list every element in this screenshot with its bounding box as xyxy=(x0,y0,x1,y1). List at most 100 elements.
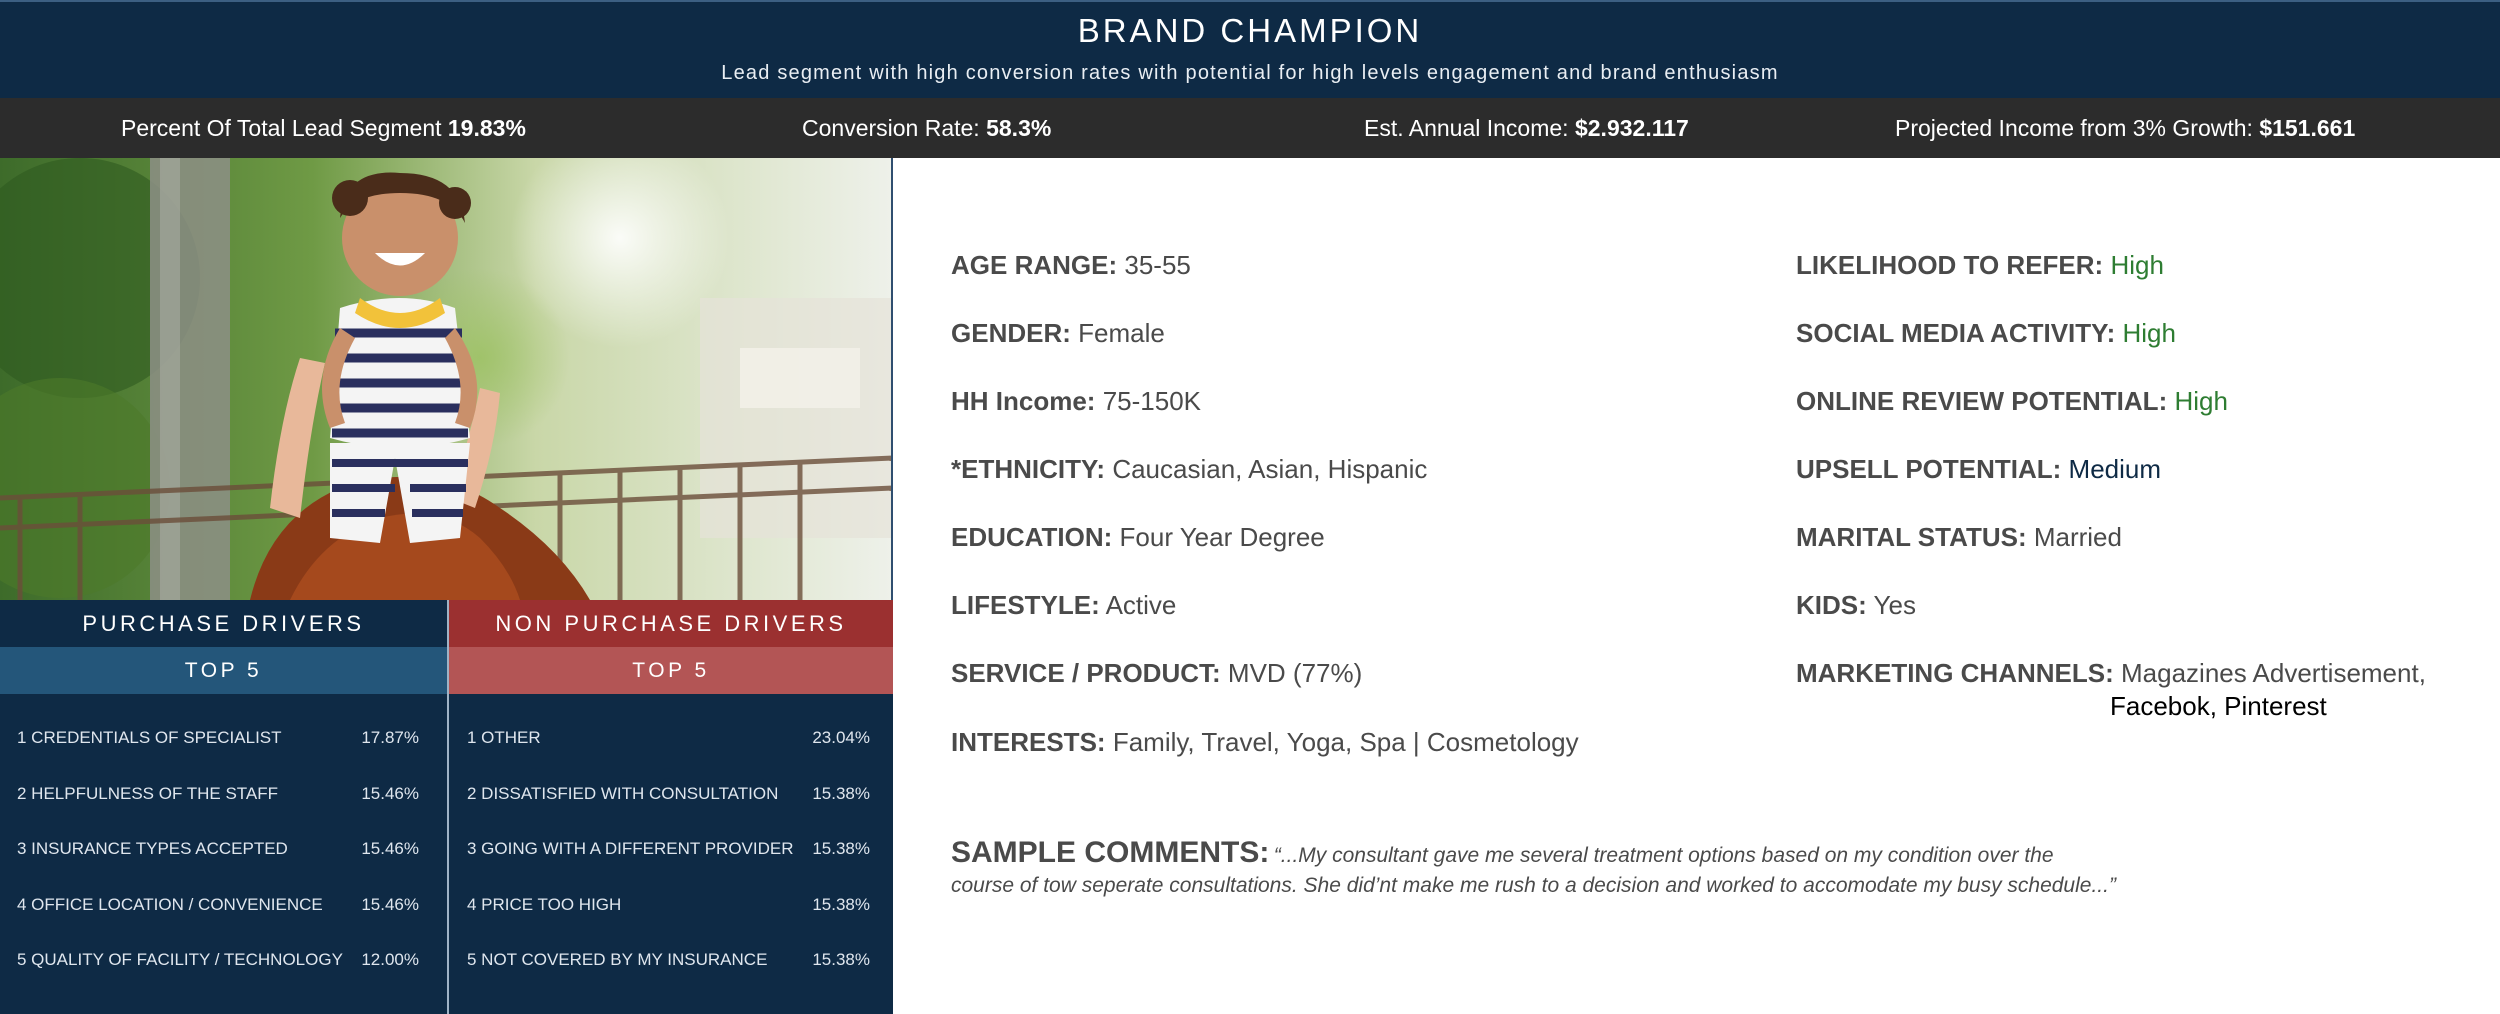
attr-key: GENDER: xyxy=(951,318,1071,348)
list-item: 1 OTHER 23.04% xyxy=(449,712,893,768)
attr-ethnicity: *ETHNICITY: Caucasian, Asian, Hispanic xyxy=(951,454,1427,485)
driver-label: 2 HELPFULNESS OF THE STAFF xyxy=(17,783,279,803)
driver-percent: 23.04% xyxy=(812,728,870,747)
stat-lead-segment: Percent Of Total Lead Segment 19.83% xyxy=(121,98,526,158)
stat-conversion-rate: Conversion Rate: 58.3% xyxy=(802,98,1051,158)
comments-quote-end: course of tow seperate consultations. Sh… xyxy=(951,874,2116,897)
attr-key: UPSELL POTENTIAL: xyxy=(1796,454,2062,484)
list-item: 1 CREDENTIALS OF SPECIALIST 17.87% xyxy=(0,712,447,768)
purchase-drivers-panel: PURCHASE DRIVERS TOP 5 1 CREDENTIALS OF … xyxy=(0,600,447,1014)
driver-label: 3 INSURANCE TYPES ACCEPTED xyxy=(17,839,288,858)
stat-value: $2.932.117 xyxy=(1574,115,1689,141)
attr-social-media-activity: SOCIAL MEDIA ACTIVITY: High xyxy=(1796,318,2176,349)
attr-key: KIDS: xyxy=(1796,590,1867,620)
attr-marketing-channels: MARKETING CHANNELS: Magazines Advertisem… xyxy=(1796,658,2426,721)
attr-hh-income: HH Income: 75-150K xyxy=(951,386,1201,417)
stat-label: Est. Annual Income: xyxy=(1364,115,1569,141)
hero-photo xyxy=(0,158,893,600)
attr-value-continued: Facebok, Pinterest xyxy=(2110,691,2327,721)
driver-label: 3 GOING WITH A DIFFERENT PROVIDER xyxy=(467,839,794,858)
list-item: 4 OFFICE LOCATION / CONVENIENCE 15.46% xyxy=(0,879,447,935)
non-purchase-drivers-subheading: TOP 5 xyxy=(449,647,893,694)
attr-education: EDUCATION: Four Year Degree xyxy=(951,522,1325,553)
driver-label: 5 NOT COVERED BY MY INSURANCE xyxy=(467,950,768,969)
attr-value: Caucasian, Asian, Hispanic xyxy=(1112,454,1428,484)
attr-lifestyle: LIFESTYLE: Active xyxy=(951,590,1176,621)
driver-label: 4 OFFICE LOCATION / CONVENIENCE xyxy=(17,894,323,914)
non-purchase-drivers-list: 1 OTHER 23.04% 2 DISSATISFIED WITH CONSUL… xyxy=(449,694,893,990)
attr-value: Family, Travel, Yoga, Spa | Cosmetology xyxy=(1112,727,1579,757)
attr-value: Four Year Degree xyxy=(1119,522,1325,552)
attr-value: MVD (77%) xyxy=(1227,658,1363,688)
stat-annual-income: Est. Annual Income: $2.932.117 xyxy=(1364,98,1689,158)
attr-interests: INTERESTS: Family, Travel, Yoga, Spa | C… xyxy=(951,727,1579,758)
stat-label: Conversion Rate: xyxy=(802,115,980,141)
driver-label: 1 CREDENTIALS OF SPECIALIST xyxy=(17,728,282,747)
stat-projected-income: Projected Income from 3% Growth: $151.66… xyxy=(1895,98,2355,158)
driver-percent: 15.38% xyxy=(812,783,870,803)
driver-percent: 12.00% xyxy=(361,950,419,969)
attr-online-review-potential: ONLINE REVIEW POTENTIAL: High xyxy=(1796,386,2228,417)
sample-comments: SAMPLE COMMENTS: “...My consultant gave … xyxy=(951,836,2251,898)
attr-marital-status: MARITAL STATUS: Married xyxy=(1796,522,2122,553)
purchase-drivers-subheading: TOP 5 xyxy=(0,647,447,694)
attr-value: Married xyxy=(2033,522,2122,552)
attr-value: Medium xyxy=(2068,454,2162,484)
attr-key: INTERESTS: xyxy=(951,727,1106,757)
header-banner: BRAND CHAMPION Lead segment with high co… xyxy=(0,0,2500,98)
stat-value: 58.3% xyxy=(986,115,1052,141)
list-item: 4 PRICE TOO HIGH 15.38% xyxy=(449,879,893,935)
attr-value: Magazines Advertisement, xyxy=(2121,658,2426,688)
page-subtitle: Lead segment with high conversion rates … xyxy=(721,62,1779,84)
list-item: 3 GOING WITH A DIFFERENT PROVIDER 15.38% xyxy=(449,823,893,879)
driver-label: 5 QUALITY OF FACILITY / TECHNOLOGY xyxy=(17,950,343,969)
attr-key: EDUCATION: xyxy=(951,522,1113,552)
attr-key: MARKETING CHANNELS: xyxy=(1796,658,2114,688)
attr-likelihood-to-refer: LIKELIHOOD TO REFER: High xyxy=(1796,250,2164,281)
stat-label: Percent Of Total Lead Segment xyxy=(121,115,442,141)
purchase-drivers-heading: PURCHASE DRIVERS xyxy=(0,600,447,647)
attr-value: High xyxy=(2110,250,2164,280)
attr-age-range: AGE RANGE: 35-55 xyxy=(951,250,1191,281)
driver-label: 1 OTHER xyxy=(467,728,541,747)
list-item: 3 INSURANCE TYPES ACCEPTED 15.46% xyxy=(0,823,447,879)
list-item: 5 QUALITY OF FACILITY / TECHNOLOGY 12.00% xyxy=(0,934,447,990)
attr-value: High xyxy=(2174,386,2228,416)
attr-service-product: SERVICE / PRODUCT: MVD (77%) xyxy=(951,658,1362,689)
attr-key: *ETHNICITY: xyxy=(951,454,1106,484)
driver-percent: 15.38% xyxy=(812,950,870,969)
attr-gender: GENDER: Female xyxy=(951,318,1165,349)
non-purchase-drivers-panel: NON PURCHASE DRIVERS TOP 5 1 OTHER 23.04%… xyxy=(447,600,893,1014)
comments-line-1: SAMPLE COMMENTS: “...My consultant gave … xyxy=(951,836,2251,870)
comments-label: SAMPLE COMMENTS: xyxy=(951,836,1270,869)
list-item: 2 HELPFULNESS OF THE STAFF 15.46% xyxy=(0,768,447,824)
attr-value: 75-150K xyxy=(1102,386,1202,416)
stats-bar: Percent Of Total Lead Segment 19.83% Con… xyxy=(0,98,2500,158)
attr-key: LIKELIHOOD TO REFER: xyxy=(1796,250,2104,280)
attr-value: High xyxy=(2122,318,2176,348)
driver-percent: 15.46% xyxy=(361,839,419,858)
attr-kids: KIDS: Yes xyxy=(1796,590,1916,621)
attr-value: Yes xyxy=(1873,590,1916,620)
attr-key: SOCIAL MEDIA ACTIVITY: xyxy=(1796,318,2116,348)
attr-value: Female xyxy=(1078,318,1165,348)
driver-percent: 15.46% xyxy=(361,894,419,914)
attr-key: MARITAL STATUS: xyxy=(1796,522,2027,552)
non-purchase-drivers-heading: NON PURCHASE DRIVERS xyxy=(449,600,893,647)
driver-percent: 17.87% xyxy=(361,728,419,747)
attr-key: ONLINE REVIEW POTENTIAL: xyxy=(1796,386,2168,416)
attr-value: 35-55 xyxy=(1124,250,1191,280)
stat-value: 19.83% xyxy=(447,115,526,141)
attr-upsell-potential: UPSELL POTENTIAL: Medium xyxy=(1796,454,2161,485)
list-item: 5 NOT COVERED BY MY INSURANCE 15.38% xyxy=(449,934,893,990)
driver-label: 4 PRICE TOO HIGH xyxy=(467,894,622,914)
comments-quote-start: “...My consultant gave me several treatm… xyxy=(1273,844,2054,867)
driver-percent: 15.46% xyxy=(361,783,419,803)
attr-key: HH Income: xyxy=(951,386,1096,416)
attr-key: LIFESTYLE: xyxy=(951,590,1100,620)
page-title: BRAND CHAMPION xyxy=(1077,12,1423,49)
purchase-drivers-list: 1 CREDENTIALS OF SPECIALIST 17.87% 2 HELP… xyxy=(0,694,447,990)
list-item: 2 DISSATISFIED WITH CONSULTATION 15.38% xyxy=(449,768,893,824)
driver-percent: 15.38% xyxy=(812,894,870,914)
driver-percent: 15.38% xyxy=(812,839,870,858)
